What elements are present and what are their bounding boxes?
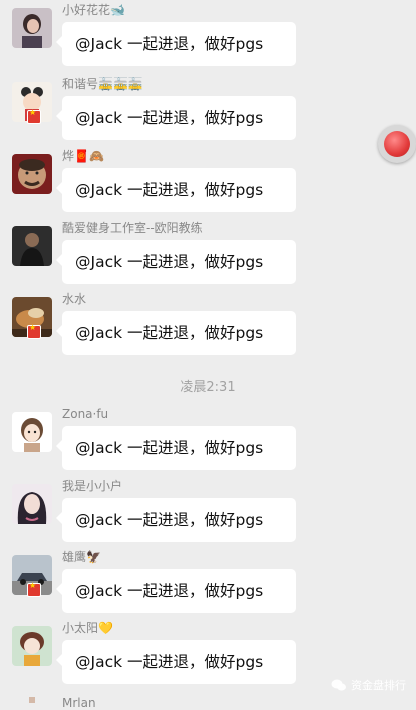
message-bubble[interactable]: @Jack 一起进退，做好pgs bbox=[56, 311, 296, 355]
wechat-icon bbox=[331, 679, 346, 691]
message-bubble[interactable]: @Jack 一起进退，做好pgs bbox=[56, 240, 296, 284]
sender-avatar[interactable] bbox=[12, 697, 52, 703]
message-bubble[interactable]: @Jack 一起进退，做好pgs bbox=[56, 569, 296, 613]
message-row: 我是小小户 @Jack 一起进退，做好pgs bbox=[0, 479, 416, 546]
message-row: 水水 @Jack 一起进退，做好pgs bbox=[0, 292, 416, 359]
sender-name: 雄鹰🦅 bbox=[62, 550, 101, 564]
sender-name: 小太阳💛 bbox=[62, 621, 113, 635]
sender-avatar[interactable] bbox=[12, 626, 52, 666]
sender-avatar[interactable] bbox=[12, 412, 52, 452]
message-row: Zona·fu @Jack 一起进退，做好pgs bbox=[0, 407, 416, 474]
sender-name: 我是小小户 bbox=[62, 479, 123, 493]
watermark: 资金盘排行 bbox=[331, 677, 406, 693]
sender-name: 小好花花🐋 bbox=[62, 3, 125, 17]
message-bubble[interactable]: @Jack 一起进退，做好pgs bbox=[56, 640, 296, 684]
sender-name: 酷爱健身工作室--欧阳教练 bbox=[62, 221, 203, 235]
message-row: Mrlan bbox=[0, 696, 416, 710]
record-icon bbox=[384, 131, 410, 157]
sender-name: 水水 bbox=[62, 292, 87, 306]
message-row: 小好花花🐋 @Jack 一起进退，做好pgs bbox=[0, 3, 416, 70]
sender-avatar[interactable] bbox=[12, 484, 52, 524]
sender-avatar[interactable] bbox=[12, 226, 52, 266]
message-row: 雄鹰🦅 @Jack 一起进退，做好pgs bbox=[0, 550, 416, 617]
message-bubble[interactable]: @Jack 一起进退，做好pgs bbox=[56, 426, 296, 470]
sender-avatar[interactable] bbox=[12, 154, 52, 194]
message-bubble[interactable]: @Jack 一起进退，做好pgs bbox=[56, 168, 296, 212]
sender-name: Zona·fu bbox=[62, 407, 109, 421]
message-row: 酷爱健身工作室--欧阳教练 @Jack 一起进退，做好pgs bbox=[0, 221, 416, 288]
sender-name: Mrlan bbox=[62, 696, 96, 710]
message-row: 烨🧧🙈 @Jack 一起进退，做好pgs bbox=[0, 149, 416, 216]
chat-timestamp: 凌晨2:31 bbox=[180, 380, 236, 395]
message-bubble[interactable]: @Jack 一起进退，做好pgs bbox=[56, 498, 296, 542]
message-row: 和谐号🚋🚋🚋 @Jack 一起进退，做好pgs bbox=[0, 77, 416, 144]
message-bubble[interactable]: @Jack 一起进退，做好pgs bbox=[56, 22, 296, 66]
sender-avatar[interactable] bbox=[12, 8, 52, 48]
sender-name: 烨🧧🙈 bbox=[62, 149, 104, 163]
flag-badge-icon bbox=[27, 108, 41, 124]
flag-badge-icon bbox=[27, 323, 41, 339]
record-button[interactable] bbox=[378, 125, 416, 163]
message-bubble[interactable]: @Jack 一起进退，做好pgs bbox=[56, 96, 296, 140]
flag-badge-icon bbox=[27, 581, 41, 597]
watermark-text: 资金盘排行 bbox=[351, 679, 406, 692]
sender-name: 和谐号🚋🚋🚋 bbox=[62, 77, 143, 91]
